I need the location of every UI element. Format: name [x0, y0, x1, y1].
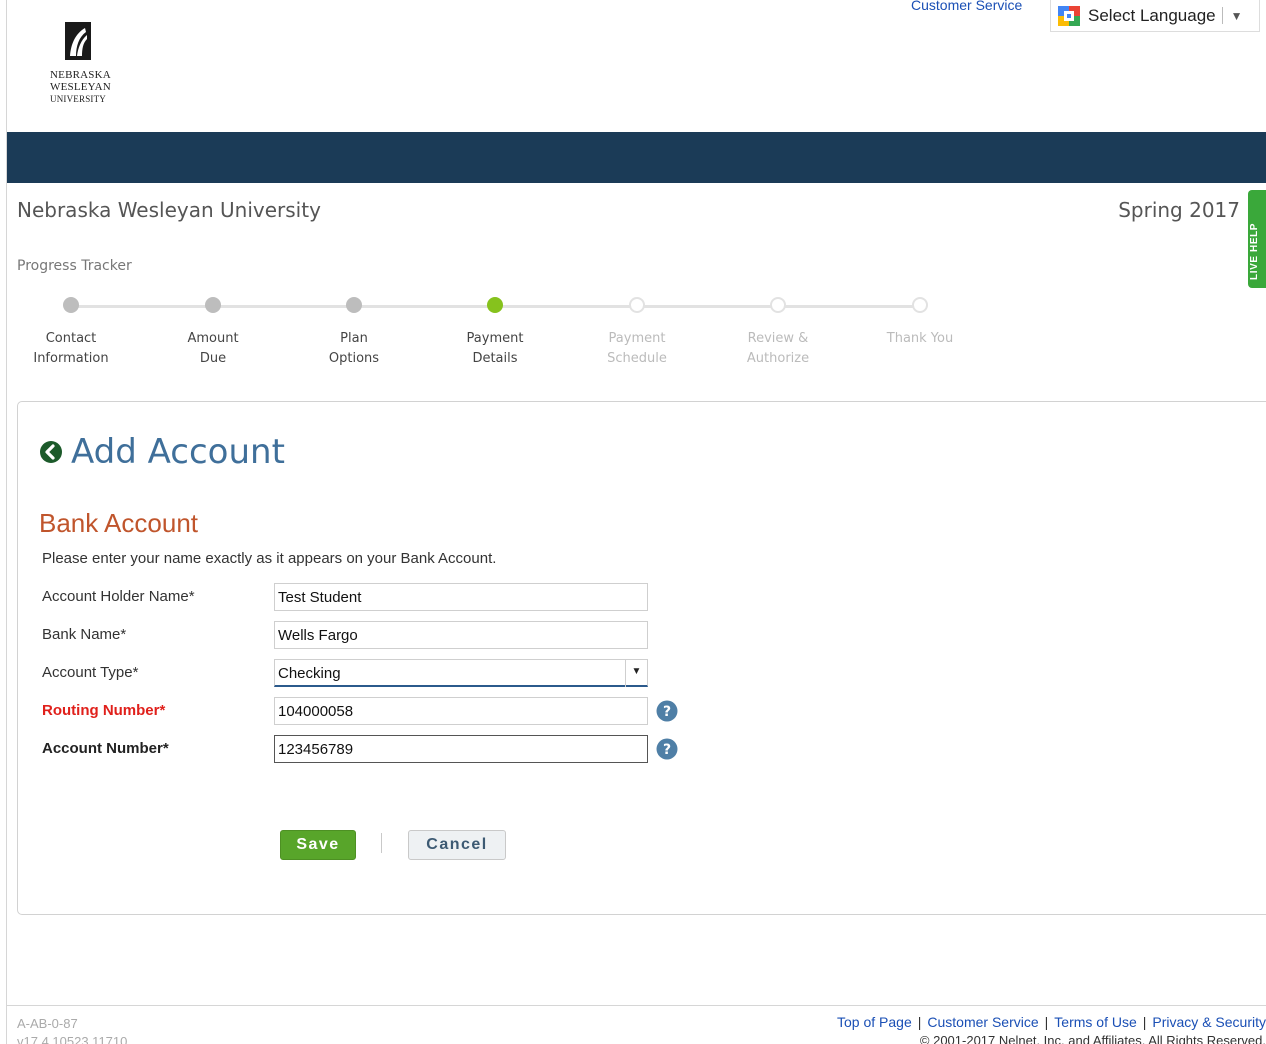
customer-service-link[interactable]: Customer Service: [911, 0, 1022, 13]
step-label-line: Review &: [747, 331, 809, 346]
step-contact-information: Contact Information: [11, 297, 131, 369]
footer-separator: |: [1142, 1014, 1147, 1030]
step-plan-options: Plan Options: [294, 297, 414, 369]
step-dot-pending: [770, 297, 786, 313]
step-label-line: Plan: [340, 331, 368, 346]
step-dot-done: [346, 297, 362, 313]
logo-line-2: WESLEYAN: [50, 81, 111, 93]
bank-account-heading: Bank Account: [39, 508, 198, 538]
school-name: Nebraska Wesleyan University: [17, 198, 321, 222]
progress-tracker-title: Progress Tracker: [17, 258, 132, 274]
step-label: Contact Information: [11, 329, 131, 369]
step-label-line: Amount: [187, 331, 239, 346]
routing-number-input[interactable]: [274, 697, 648, 725]
footer-divider: [7, 1005, 1266, 1006]
account-type-select[interactable]: Checking ▼: [274, 659, 648, 687]
bank-name-label: Bank Name*: [42, 626, 127, 643]
account-number-label: Account Number*: [42, 740, 169, 757]
step-label-line: Due: [199, 351, 227, 366]
svg-text:?: ?: [663, 742, 671, 758]
step-label-line: Authorize: [746, 351, 810, 366]
page-title: Add Account: [39, 432, 285, 472]
step-amount-due: Amount Due: [153, 297, 273, 369]
step-dot-done: [205, 297, 221, 313]
account-holder-label: Account Holder Name*: [42, 588, 195, 605]
svg-text:?: ?: [663, 704, 671, 720]
step-label: Payment Schedule: [577, 329, 697, 369]
routing-number-label: Routing Number*: [42, 702, 166, 719]
step-dot-pending: [912, 297, 928, 313]
step-label: Plan Options: [294, 329, 414, 369]
logo-mark-icon: [65, 22, 91, 60]
google-translate-icon: [1058, 5, 1080, 26]
step-label-line: Options: [328, 351, 380, 366]
logo-line-1: NEBRASKA: [50, 69, 111, 81]
account-number-input[interactable]: [274, 735, 648, 763]
step-payment-schedule: Payment Schedule: [577, 297, 697, 369]
bank-name-input[interactable]: [274, 621, 648, 649]
back-arrow-icon[interactable]: [39, 440, 63, 464]
language-label: Select Language: [1088, 5, 1216, 25]
language-selector[interactable]: Select Language ▼: [1050, 0, 1260, 32]
term-label: Spring 2017: [1118, 198, 1240, 222]
cancel-button[interactable]: Cancel: [408, 830, 506, 860]
instructions-text: Please enter your name exactly as it app…: [42, 550, 497, 567]
save-button[interactable]: Save: [280, 830, 356, 860]
logo-text: NEBRASKA WESLEYAN UNIVERSITY: [50, 69, 111, 105]
step-dot-done: [63, 297, 79, 313]
page-title-text: Add Account: [71, 432, 285, 472]
navigation-bar: [7, 132, 1266, 183]
footer-separator: |: [917, 1014, 922, 1030]
step-label-line: Details: [472, 351, 518, 366]
language-divider: [1221, 7, 1223, 24]
step-label: Amount Due: [153, 329, 273, 369]
step-label-line: Information: [33, 351, 109, 366]
footer-separator: |: [1044, 1014, 1049, 1030]
top-of-page-link[interactable]: Top of Page: [837, 1014, 912, 1030]
build-version: v17.4.10523.11710: [17, 1034, 128, 1044]
account-type-label: Account Type*: [42, 664, 139, 681]
language-dropdown-icon[interactable]: ▼: [1231, 9, 1243, 23]
select-arrow-icon[interactable]: ▼: [625, 659, 647, 687]
account-type-value: Checking: [278, 665, 341, 682]
account-holder-input[interactable]: [274, 583, 648, 611]
footer-links: Top of Page | Customer Service | Terms of Us…: [837, 1014, 1266, 1030]
step-label: Thank You: [860, 329, 980, 349]
footer-customer-service-link[interactable]: Customer Service: [927, 1014, 1038, 1030]
step-dot-current: [487, 297, 503, 313]
privacy-security-link[interactable]: Privacy & Security: [1152, 1014, 1266, 1030]
button-divider: [381, 833, 382, 853]
university-logo[interactable]: NEBRASKA WESLEYAN UNIVERSITY: [50, 22, 111, 105]
logo-line-3: UNIVERSITY: [50, 94, 106, 104]
routing-help-icon[interactable]: ?: [656, 700, 678, 722]
step-dot-pending: [629, 297, 645, 313]
live-help-label: LIVE HELP: [1249, 222, 1260, 280]
step-label-line: Payment: [466, 331, 524, 346]
add-account-panel: Add Account Bank Account Please enter yo…: [17, 401, 1266, 915]
step-label-line: Contact: [45, 331, 97, 346]
terms-of-use-link[interactable]: Terms of Use: [1054, 1014, 1136, 1030]
step-label-line: Payment: [608, 331, 666, 346]
step-review-authorize: Review & Authorize: [718, 297, 838, 369]
account-help-icon[interactable]: ?: [656, 738, 678, 760]
step-payment-details: Payment Details: [435, 297, 555, 369]
step-label: Review & Authorize: [718, 329, 838, 369]
copyright-text: © 2001-2017 Nelnet, Inc. and Affiliates.…: [919, 1033, 1266, 1044]
step-thank-you: Thank You: [860, 297, 980, 349]
build-info: A-AB-0-87 v17.4.10523.11710: [17, 1015, 127, 1044]
step-label-line: Thank You: [886, 331, 954, 346]
live-help-tab[interactable]: LIVE HELP: [1248, 190, 1266, 288]
step-label-line: Schedule: [607, 351, 667, 366]
step-label: Payment Details: [435, 329, 555, 369]
build-id: A-AB-0-87: [17, 1016, 78, 1031]
